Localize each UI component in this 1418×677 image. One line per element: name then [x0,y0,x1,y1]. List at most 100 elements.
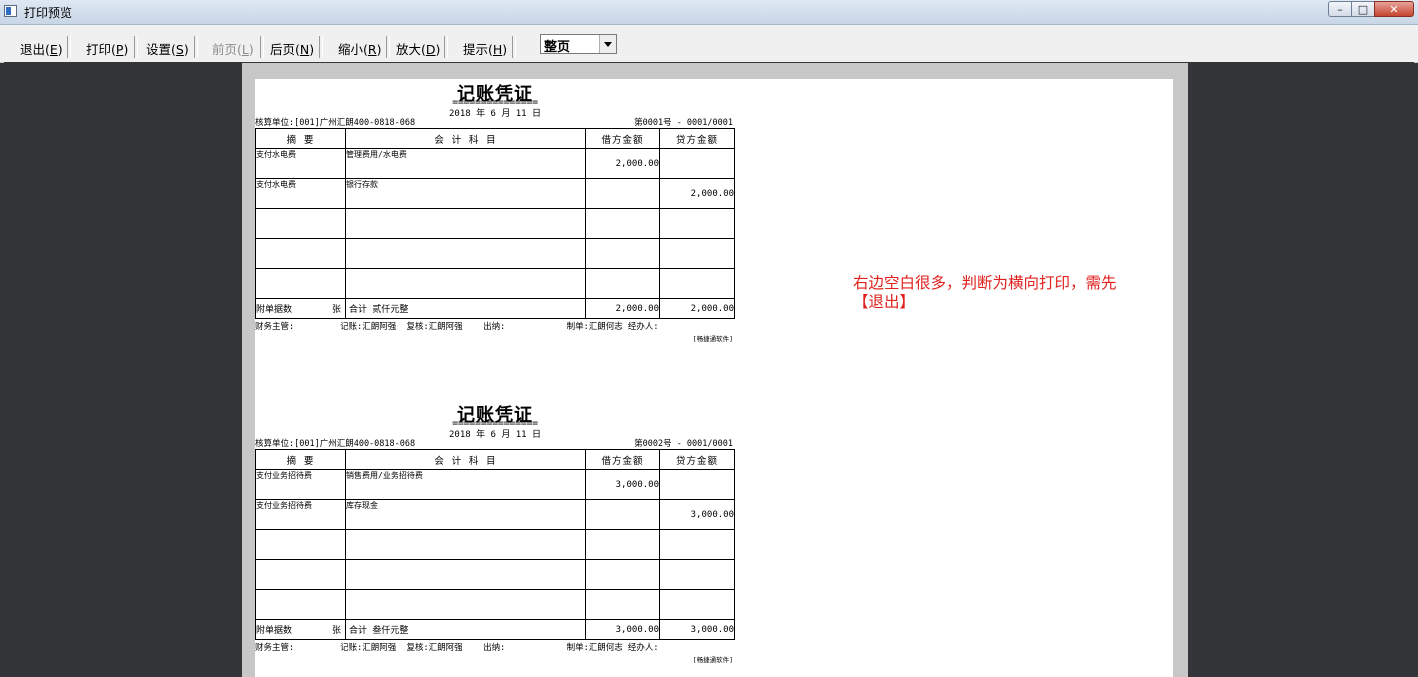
zoom-in-button[interactable]: 放大(D) [396,39,440,58]
account-cell [345,238,586,269]
debit-cell [585,529,660,560]
voucher-number: 第0002号 - 0001/0001 [634,439,733,449]
account-cell: 银行存款 [345,178,586,209]
voucher-footer: [畅捷通软件] [692,335,733,343]
account-cell: 销售费用/业务招待费 [345,469,586,500]
app-icon [4,5,17,17]
credit-cell [659,238,735,269]
total-row: 附单据数张合计 叁仟元整 3,000.00 3,000.00 [255,619,735,640]
maximize-icon: □ [1357,3,1369,16]
debit-cell [585,178,660,209]
prev-label: 前页( [212,42,242,57]
table-row [255,559,735,590]
credit-cell [659,148,735,179]
attachments-unit: 张 [331,626,341,636]
toolbar-separator [386,36,390,58]
summary-cell [255,208,346,239]
column-header: 摘 要 [255,449,346,470]
voucher-table: 摘 要会 计 科 目借方金额 贷方金额 支付水电费 管理费用/水电费 2,000.00 支… [255,128,735,319]
voucher-footer: [畅捷通软件] [692,656,733,664]
title-bar: 打印预览 – □ ✕ [0,0,1418,25]
zoom-in-hotkey: D [425,42,436,57]
prev-page-button[interactable]: 前页(L) [212,39,254,58]
total-debit-cell: 2,000.00 [585,298,660,319]
toolbar-separator [444,36,448,58]
column-header: 借方金额 [585,128,660,149]
credit-cell [659,559,735,590]
close-button[interactable]: ✕ [1374,1,1414,17]
voucher-table: 摘 要会 计 科 目借方金额 贷方金额 支付业务招待费 销售费用/业务招待费 3,000… [255,449,735,640]
prev-label-end: ) [248,42,254,57]
settings-button[interactable]: 设置(S) [146,39,189,58]
debit-cell: 3,000.00 [585,469,660,500]
column-header: 借方金额 [585,449,660,470]
table-row: 支付业务招待费 库存现金 3,000.00 [255,499,735,530]
toolbar: 退出(E) 打印(P) 设置(S) 前页(L) 后页(N) 缩小(R) 放大(D… [0,25,1418,63]
zoom-in-label-end: ) [435,42,441,57]
chevron-down-icon[interactable] [599,35,616,53]
maximize-button[interactable]: □ [1351,1,1375,17]
attachments-cell: 附单据数 张 [255,298,346,319]
table-row: 支付水电费 银行存款 2,000.00 [255,178,735,209]
zoom-select[interactable]: 整页 [540,34,617,55]
total-label-cell: 合计 贰仟元整 [345,298,586,319]
attachments-label: 附单据数 [256,626,293,636]
voucher-unit: 核算单位:[001]广州汇朗400-0818-068 [255,439,416,449]
credit-cell [659,208,735,239]
total-debit-cell: 3,000.00 [585,619,660,640]
total-credit-cell: 2,000.00 [659,298,735,319]
exit-hotkey: E [49,42,58,57]
credit-cell [659,469,735,500]
debit-cell [585,499,660,530]
table-row [255,208,735,239]
total-label-cell: 合计 叁仟元整 [345,619,586,640]
zoom-out-label: 缩小( [338,42,368,57]
settings-label: 设置( [146,42,176,57]
attachments-label: 附单据数 [256,305,293,315]
toolbar-separator [319,36,323,58]
summary-cell [255,529,346,560]
toolbar-separator [260,36,264,58]
debit-cell: 2,000.00 [585,148,660,179]
toolbar-separator [512,36,516,58]
table-row [255,589,735,620]
zoom-select-value: 整页 [544,40,571,55]
next-label: 后页( [270,42,300,57]
toolbar-separator [134,36,138,58]
voucher-signatures: 财务主管: 记账:汇朗阿强 复核:汇朗阿强 出纳: 制单:汇朗何志 经办人: [255,322,659,332]
zoom-out-button[interactable]: 缩小(R) [338,39,381,58]
debit-cell [585,238,660,269]
table-row: 支付水电费 管理费用/水电费 2,000.00 [255,148,735,179]
zoom-in-label: 放大( [396,42,426,57]
credit-cell [659,268,735,299]
debit-cell [585,589,660,620]
print-button[interactable]: 打印(P) [86,39,128,58]
account-cell: 管理费用/水电费 [345,148,586,179]
next-label-end: ) [309,42,315,57]
total-row: 附单据数张合计 贰仟元整 2,000.00 2,000.00 [255,298,735,319]
credit-cell: 2,000.00 [659,178,735,209]
debit-cell [585,268,660,299]
minimize-button[interactable]: – [1328,1,1352,17]
credit-cell: 3,000.00 [659,499,735,530]
annotation-note: 右边空白很多，判断为横向打印，需先 【退出】 [853,274,1117,312]
summary-cell: 支付水电费 [255,178,346,209]
column-header: 贷方金额 [659,449,735,470]
column-header: 会 计 科 目 [345,449,586,470]
hint-button[interactable]: 提示(H) [463,39,507,58]
hint-label-end: ) [502,42,508,57]
prev-hotkey: L [241,42,249,57]
summary-cell [255,268,346,299]
attachments-cell: 附单据数 张 [255,619,346,640]
voucher-number: 第0001号 - 0001/0001 [634,118,733,128]
summary-cell [255,559,346,590]
voucher-unit: 核算单位:[001]广州汇朗400-0818-068 [255,118,416,128]
settings-hotkey: S [175,42,184,57]
exit-button[interactable]: 退出(E) [20,39,63,58]
table-row: 支付业务招待费 销售费用/业务招待费 3,000.00 [255,469,735,500]
toolbar-separator [194,36,198,58]
hint-hotkey: H [492,42,503,57]
table-header-row: 摘 要会 计 科 目借方金额 贷方金额 [255,128,735,149]
next-page-button[interactable]: 后页(N) [270,39,314,58]
annotation-line-1: 右边空白很多，判断为横向打印，需先 [853,274,1117,292]
